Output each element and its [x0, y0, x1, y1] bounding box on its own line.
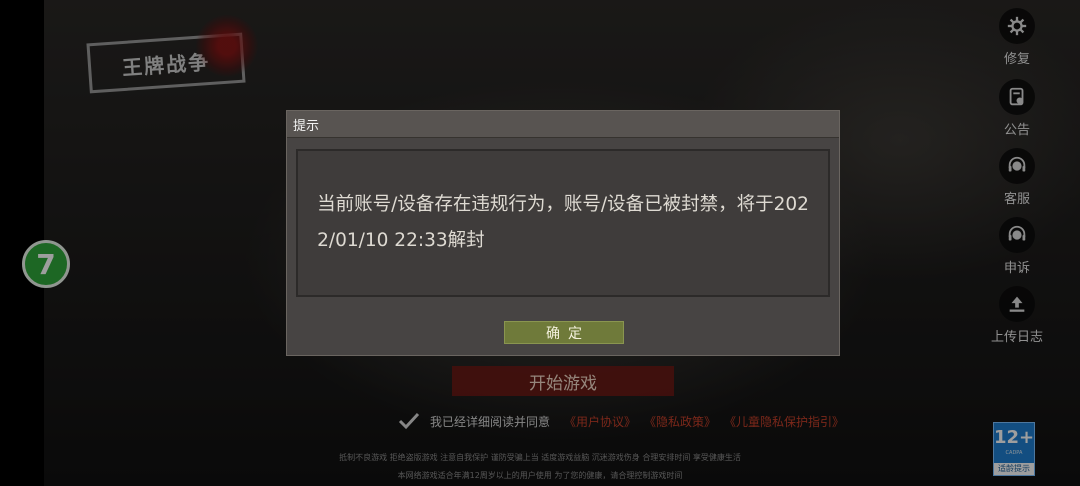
confirm-button[interactable]: 确定 — [504, 321, 624, 344]
dialog-message-line2: 2/01/10 22:33解封 — [317, 230, 485, 251]
ban-notice-dialog: 提示 当前账号/设备存在违规行为，账号/设备已被封禁，将于202 2/01/10… — [286, 110, 840, 356]
dialog-message-line1: 当前账号/设备存在违规行为，账号/设备已被封禁，将于202 — [317, 194, 809, 215]
dialog-message: 当前账号/设备存在违规行为，账号/设备已被封禁，将于202 2/01/10 22… — [317, 187, 809, 259]
dialog-title: 提示 — [293, 119, 320, 134]
confirm-button-label: 确定 — [546, 325, 590, 342]
dialog-body: 当前账号/设备存在违规行为，账号/设备已被封禁，将于202 2/01/10 22… — [296, 149, 830, 297]
dialog-title-bar: 提示 — [287, 111, 839, 138]
